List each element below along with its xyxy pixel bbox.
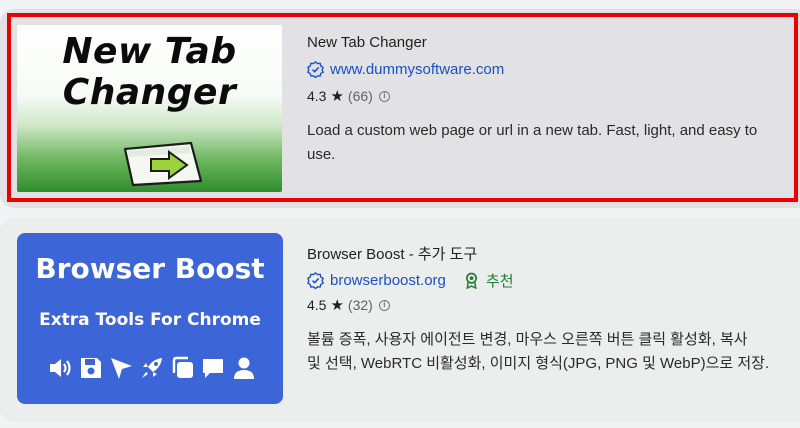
extension-website-link[interactable]: browserboost.org 추천 [307, 270, 514, 291]
thumbnail-title-line2: Changer [62, 72, 237, 113]
rating-row: 4.5 ★ (32) i [307, 296, 390, 314]
description-line: 볼륨 증폭, 사용자 에이전트 변경, 마우스 오른쪽 버튼 클릭 활성화, 복… [307, 331, 748, 348]
website-text: www.dummysoftware.com [330, 61, 505, 78]
feature-icons [47, 353, 257, 383]
volume-icon [47, 355, 73, 381]
rating-value: 4.5 [307, 297, 327, 313]
verified-icon [307, 272, 324, 289]
copy-icon [170, 355, 196, 381]
star-icon: ★ [330, 88, 344, 105]
description-line: 및 선택, WebRTC 비활성화, 이미지 형식(JPG, PNG 및 Web… [307, 355, 770, 372]
new-tab-changer-thumbnail[interactable]: New Tab Changer [17, 25, 282, 192]
chat-icon [200, 355, 226, 381]
extension-description: Load a custom web page or url in a new t… [307, 119, 797, 167]
award-ribbon-icon [465, 272, 477, 289]
verified-icon [307, 61, 324, 78]
cursor-arrow-icon [108, 355, 134, 381]
info-icon[interactable]: i [378, 90, 390, 102]
user-icon [231, 355, 257, 381]
website-text: browserboost.org [330, 272, 446, 289]
recommended-badge: 추천 [464, 270, 514, 291]
thumbnail-title-line1: Browser Boost [35, 252, 265, 285]
badge-label: 추천 [485, 273, 514, 290]
extension-title[interactable]: New Tab Changer [307, 34, 427, 51]
tab-arrow-icon [123, 141, 203, 187]
extension-website-link[interactable]: www.dummysoftware.com [307, 61, 504, 78]
rating-row: 4.3 ★ (66) i [307, 87, 390, 105]
description-line: use. [307, 146, 336, 163]
rating-count: (66) [347, 88, 373, 104]
save-icon [78, 355, 104, 381]
browser-boost-thumbnail[interactable]: Browser Boost Extra Tools For Chrome [17, 233, 283, 404]
description-line: Load a custom web page or url in a new t… [307, 122, 758, 139]
thumbnail-title-line1: New Tab [62, 31, 237, 72]
thumbnail-title-line2: Extra Tools For Chrome [39, 310, 261, 330]
rating-count: (32) [347, 297, 373, 313]
extension-title[interactable]: Browser Boost - 추가 도구 [307, 243, 477, 264]
star-icon: ★ [330, 297, 344, 314]
rating-value: 4.3 [307, 88, 327, 104]
rocket-icon [139, 355, 165, 381]
info-icon[interactable]: i [378, 299, 390, 311]
extension-description: 볼륨 증폭, 사용자 에이전트 변경, 마우스 오른쪽 버튼 클릭 활성화, 복… [307, 328, 800, 376]
